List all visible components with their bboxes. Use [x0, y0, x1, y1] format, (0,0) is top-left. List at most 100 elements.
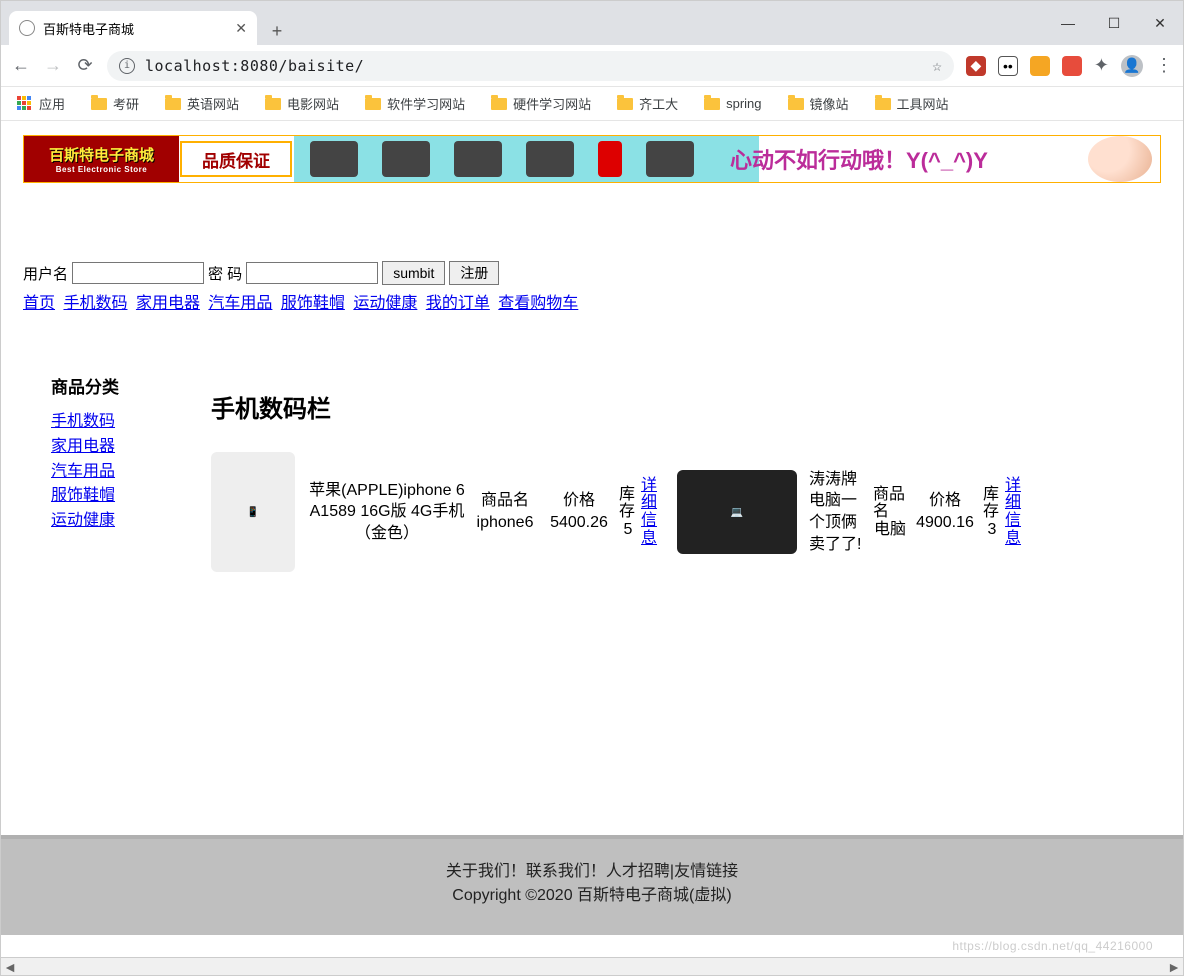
back-button[interactable]: ←	[11, 56, 31, 76]
close-tab-icon[interactable]: ✕	[235, 20, 247, 37]
window-titlebar: 百斯特电子商城 ✕ + — ☐ ✕	[1, 1, 1183, 45]
site-logo: 百斯特电子商城 Best Electronic Store	[24, 136, 179, 182]
sidebar-item[interactable]: 运动健康	[51, 509, 171, 534]
bookmark-item[interactable]: 镜像站	[788, 94, 849, 113]
banner-slogan: 心动不如行动哦！Y(^_^)Y	[712, 143, 1088, 175]
submit-button[interactable]: sumbit	[382, 261, 445, 285]
apps-label: 应用	[39, 94, 65, 113]
browser-menu-icon[interactable]: ⋮	[1155, 55, 1173, 76]
scroll-track[interactable]	[19, 958, 1165, 975]
nav-link[interactable]: 首页	[23, 295, 55, 312]
maximize-button[interactable]: ☐	[1091, 1, 1137, 45]
bookmark-item[interactable]: spring	[704, 96, 761, 111]
nav-link[interactable]: 手机数码	[63, 295, 127, 312]
extension-icon-2[interactable]	[1030, 56, 1050, 76]
nav-link[interactable]: 家用电器	[136, 295, 200, 312]
folder-icon	[704, 98, 720, 110]
nav-link[interactable]: 运动健康	[353, 295, 417, 312]
folder-icon	[165, 98, 181, 110]
horizontal-scrollbar[interactable]: ◄ ►	[1, 957, 1183, 975]
extension-icon-3[interactable]	[1062, 56, 1082, 76]
product-image: 📱	[211, 452, 295, 572]
site-info-icon[interactable]: i	[119, 58, 135, 74]
product-section: 手机数码栏 📱 苹果(APPLE)iphone 6 A1589 16G版 4G手…	[211, 373, 1163, 572]
register-button[interactable]: 注册	[449, 261, 499, 285]
product-desc: 苹果(APPLE)iphone 6 A1589 16G版 4G手机（金色）	[307, 480, 467, 545]
product-name: 商品名iphone6	[471, 490, 539, 533]
bookmark-item[interactable]: 工具网站	[875, 94, 949, 113]
sidebar-title: 商品分类	[51, 373, 171, 398]
product-detail-link[interactable]: 详细信息	[641, 477, 659, 547]
nav-link[interactable]: 我的订单	[426, 295, 490, 312]
product-image: 💻	[677, 470, 797, 554]
product-name: 商品名电脑	[873, 486, 907, 539]
product-stock: 库存5	[619, 486, 637, 539]
address-bar: ← → ⟳ i localhost:8080/baisite/ ☆ ◆ •• ✦…	[1, 45, 1183, 87]
gadget-icon	[310, 141, 358, 177]
reload-button[interactable]: ⟳	[75, 56, 95, 76]
bookmark-item[interactable]: 考研	[91, 94, 139, 113]
nav-link[interactable]: 服饰鞋帽	[281, 295, 345, 312]
section-title: 手机数码栏	[211, 389, 1163, 424]
scroll-right-icon[interactable]: ►	[1165, 958, 1183, 975]
footer-links: 关于我们！联系我们！人才招聘|友情链接	[1, 857, 1183, 881]
main-nav: 首页 手机数码 家用电器 汽车用品 服饰鞋帽 运动健康 我的订单 查看购物车	[23, 289, 1161, 313]
banner-face-icon	[1088, 136, 1152, 182]
gadget-icon	[526, 141, 574, 177]
category-sidebar: 商品分类 手机数码 家用电器 汽车用品 服饰鞋帽 运动健康	[51, 373, 171, 572]
folder-icon	[875, 98, 891, 110]
ublock-icon[interactable]: ◆	[966, 56, 986, 76]
sidebar-item[interactable]: 汽车用品	[51, 460, 171, 485]
product-price: 价格5400.26	[543, 490, 615, 533]
minimize-button[interactable]: —	[1045, 1, 1091, 45]
profile-avatar-icon[interactable]: 👤	[1121, 55, 1143, 77]
nav-link[interactable]: 查看购物车	[498, 295, 578, 312]
favicon-icon	[19, 20, 35, 36]
gadget-icon	[598, 141, 622, 177]
extension-icon[interactable]: ••	[998, 56, 1018, 76]
page-footer: 关于我们！联系我们！人才招聘|友情链接 Copyright ©2020 百斯特电…	[1, 835, 1183, 935]
watermark-text: https://blog.csdn.net/qq_44216000	[952, 939, 1153, 953]
sidebar-item[interactable]: 手机数码	[51, 410, 171, 435]
folder-icon	[365, 98, 381, 110]
bookmark-item[interactable]: 软件学习网站	[365, 94, 465, 113]
nav-link[interactable]: 汽车用品	[208, 295, 272, 312]
forward-button[interactable]: →	[43, 56, 63, 76]
bookmark-item[interactable]: 英语网站	[165, 94, 239, 113]
bookmark-item[interactable]: 电影网站	[265, 94, 339, 113]
url-field[interactable]: i localhost:8080/baisite/ ☆	[107, 51, 954, 81]
quality-badge: 品质保证	[180, 141, 292, 177]
folder-icon	[491, 98, 507, 110]
bookmark-item[interactable]: 齐工大	[617, 94, 678, 113]
bookmark-star-icon[interactable]: ☆	[932, 56, 942, 75]
bookmark-item[interactable]: 硬件学习网站	[491, 94, 591, 113]
site-banner: 百斯特电子商城 Best Electronic Store 品质保证 心动不如行…	[23, 135, 1161, 183]
close-window-button[interactable]: ✕	[1137, 1, 1183, 45]
footer-copyright: Copyright ©2020 百斯特电子商城(虚拟)	[1, 881, 1183, 905]
sidebar-item[interactable]: 家用电器	[51, 435, 171, 460]
password-input[interactable]	[246, 262, 378, 284]
scroll-left-icon[interactable]: ◄	[1, 958, 19, 975]
product-stock: 库存3	[983, 486, 1001, 539]
url-text: localhost:8080/baisite/	[145, 57, 922, 75]
username-input[interactable]	[72, 262, 204, 284]
product-desc: 涛涛牌电脑一个顶俩卖了了!	[809, 469, 869, 555]
bookmarks-bar: 应用 考研 英语网站 电影网站 软件学习网站 硬件学习网站 齐工大 spring…	[1, 87, 1183, 121]
folder-icon	[91, 98, 107, 110]
page-content: 百斯特电子商城 Best Electronic Store 品质保证 心动不如行…	[1, 121, 1183, 975]
new-tab-button[interactable]: +	[263, 17, 291, 45]
folder-icon	[265, 98, 281, 110]
apps-grid-icon	[17, 96, 33, 112]
extensions-menu-icon[interactable]: ✦	[1094, 55, 1109, 76]
banner-gadgets	[292, 141, 712, 177]
sidebar-item[interactable]: 服饰鞋帽	[51, 484, 171, 509]
login-form: 用户名 密 码 sumbit 注册	[23, 261, 1161, 285]
username-label: 用户名	[23, 263, 68, 284]
password-label: 密 码	[208, 263, 242, 284]
browser-tab[interactable]: 百斯特电子商城 ✕	[9, 11, 257, 45]
folder-icon	[617, 98, 633, 110]
apps-button[interactable]: 应用	[17, 94, 65, 113]
product-detail-link[interactable]: 详细信息	[1005, 477, 1023, 547]
folder-icon	[788, 98, 804, 110]
gadget-icon	[382, 141, 430, 177]
